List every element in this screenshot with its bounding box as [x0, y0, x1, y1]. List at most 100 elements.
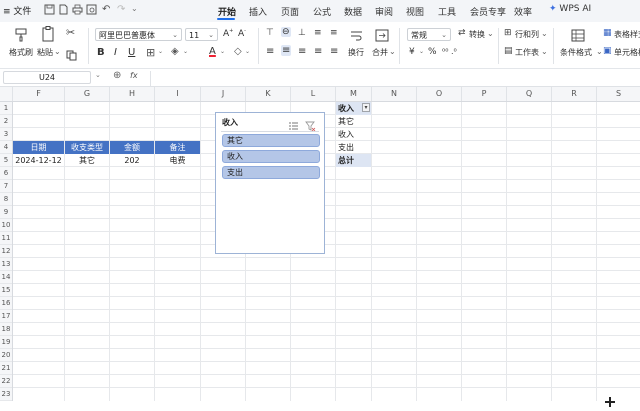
tab-efficiency[interactable]: 效率 [514, 5, 532, 18]
font-color-dropdown-icon[interactable]: ⌄ [220, 48, 225, 55]
pivot-item-cell[interactable]: 其它 [336, 115, 371, 128]
column-header[interactable]: H [110, 87, 155, 101]
slicer-item[interactable]: 支出 [222, 166, 320, 179]
table-cell[interactable]: 其它 [65, 154, 109, 167]
border-icon[interactable]: ⊞ [146, 46, 155, 59]
currency-dropdown-icon[interactable]: ⌄ [419, 48, 424, 55]
tab-view[interactable]: 视图 [406, 5, 424, 18]
column-header[interactable]: Q [507, 87, 552, 101]
conditional-format-dropdown-icon[interactable]: ⌄ [596, 47, 603, 56]
redo-icon[interactable]: ↷ [117, 4, 129, 16]
format-painter-label[interactable]: 格式刷 [9, 47, 33, 58]
convert-label[interactable]: 转换 [469, 29, 485, 40]
row-header[interactable]: 13 [0, 258, 12, 271]
column-header[interactable]: N [372, 87, 417, 101]
file-menu[interactable]: ≡ 文件 [3, 4, 31, 17]
rows-cols-dropdown-icon[interactable]: ⌄ [541, 29, 548, 38]
font-size-combo[interactable]: 11 ⌄ [185, 28, 218, 41]
distributed-icon[interactable]: ≡ [330, 46, 338, 57]
pivot-total-cell[interactable]: 总计 [336, 154, 371, 167]
align-middle-icon[interactable]: ⊖ [281, 27, 291, 37]
row-header[interactable]: 8 [0, 193, 12, 206]
rows-cols-label[interactable]: 行和列 [515, 29, 539, 40]
cell-style-label[interactable]: 单元格样式 [614, 47, 640, 58]
conditional-format-label[interactable]: 条件格式 [560, 47, 592, 58]
italic-button[interactable]: I [114, 47, 117, 58]
table-cell[interactable]: 202 [110, 154, 154, 167]
print-preview-icon[interactable] [86, 4, 98, 16]
clear-format-icon[interactable]: ◇ [234, 46, 242, 57]
row-header[interactable]: 14 [0, 271, 12, 284]
clear-dropdown-icon[interactable]: ⌄ [245, 48, 250, 55]
tab-formula[interactable]: 公式 [313, 5, 331, 18]
pivot-filter-dropdown[interactable]: ▾ [362, 103, 370, 112]
row-header[interactable]: 22 [0, 375, 12, 388]
convert-icon[interactable]: ⇄ [458, 28, 466, 38]
column-header[interactable]: I [155, 87, 201, 101]
font-color-icon[interactable]: A [209, 46, 216, 57]
merge-cells-icon[interactable] [375, 27, 389, 46]
row-header[interactable]: 20 [0, 349, 12, 362]
decrease-font-icon[interactable]: A- [238, 28, 246, 39]
tab-data[interactable]: 数据 [344, 5, 362, 18]
row-header[interactable]: 9 [0, 206, 12, 219]
wrap-text-label[interactable]: 换行 [348, 47, 364, 58]
merge-dropdown-icon[interactable]: ⌄ [389, 47, 396, 56]
column-header[interactable]: J [201, 87, 246, 101]
formula-input[interactable] [150, 71, 640, 86]
tab-review[interactable]: 审阅 [375, 5, 393, 18]
align-left-icon[interactable]: ≡ [266, 46, 274, 57]
print-icon[interactable] [72, 4, 84, 16]
paste-label[interactable]: 粘贴 [37, 47, 53, 58]
table-header-cell[interactable]: 日期 [13, 141, 64, 154]
pivot-item-cell[interactable]: 支出 [336, 141, 371, 154]
convert-dropdown-icon[interactable]: ⌄ [487, 29, 494, 38]
format-painter-icon[interactable] [14, 27, 28, 46]
column-header[interactable]: F [13, 87, 65, 101]
tab-member[interactable]: 会员专享 [470, 5, 506, 18]
indent-icon[interactable]: ≡ [314, 28, 322, 38]
paste-icon[interactable] [41, 26, 55, 46]
row-header[interactable]: 2 [0, 115, 12, 128]
align-bottom-icon[interactable]: ⊥ [298, 28, 306, 38]
column-header[interactable]: M [336, 87, 372, 101]
font-name-combo[interactable]: 阿里巴巴普惠体 ⌄ [95, 28, 182, 41]
column-header[interactable]: P [462, 87, 507, 101]
row-header[interactable]: 21 [0, 362, 12, 375]
paste-dropdown-icon[interactable]: ⌄ [54, 47, 61, 56]
row-header[interactable]: 18 [0, 323, 12, 336]
column-header[interactable]: R [552, 87, 597, 101]
table-header-cell[interactable]: 备注 [155, 141, 200, 154]
border-dropdown-icon[interactable]: ⌄ [158, 48, 163, 55]
undo-icon[interactable]: ↶ [102, 4, 114, 16]
table-header-cell[interactable]: 金额 [110, 141, 154, 154]
fill-color-icon[interactable]: ◈ [171, 46, 179, 57]
fx-icon[interactable]: fx [130, 71, 138, 80]
select-all-corner[interactable] [0, 87, 13, 101]
tab-tools[interactable]: 工具 [438, 5, 456, 18]
copy-icon[interactable] [66, 46, 77, 65]
column-header[interactable]: O [417, 87, 462, 101]
bold-button[interactable]: B [97, 47, 105, 58]
cut-icon[interactable]: ✂ [66, 26, 75, 39]
row-header[interactable]: 16 [0, 297, 12, 310]
name-box[interactable]: U24 [3, 71, 91, 84]
cell-style-icon[interactable]: ▣ [603, 46, 612, 56]
quick-access-more-icon[interactable]: ⌄ [131, 4, 143, 16]
zoom-icon[interactable]: ⊕ [113, 70, 121, 81]
worksheet-icon[interactable]: ▤ [504, 46, 513, 56]
currency-button[interactable]: ¥ [409, 47, 415, 57]
row-header[interactable]: 19 [0, 336, 12, 349]
multi-select-icon[interactable] [288, 116, 299, 135]
row-header[interactable]: 1 [0, 102, 12, 115]
row-header[interactable]: 10 [0, 219, 12, 232]
clear-filter-icon[interactable] [305, 116, 316, 135]
row-header[interactable]: 6 [0, 167, 12, 180]
slicer-item[interactable]: 收入 [222, 150, 320, 163]
align-center-icon[interactable]: ≡ [281, 45, 292, 56]
worksheet-label[interactable]: 工作表 [515, 47, 539, 58]
row-header[interactable]: 11 [0, 232, 12, 245]
wrap-text-icon[interactable] [350, 27, 363, 46]
row-header[interactable]: 4 [0, 141, 12, 154]
wps-ai-button[interactable]: ✦ WPS AI [549, 4, 591, 14]
